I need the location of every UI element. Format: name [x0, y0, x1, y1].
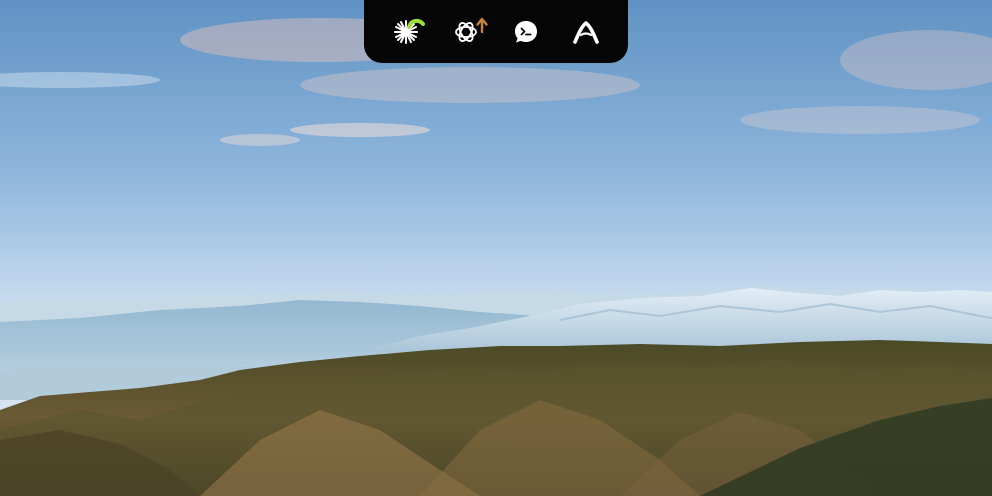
terminal-chat-app-button[interactable] — [506, 12, 546, 52]
chat-prompt-icon — [515, 20, 537, 42]
activity-indicator-icon — [407, 18, 425, 29]
app-notch-bar — [364, 0, 628, 63]
desktop-wallpaper — [0, 0, 992, 496]
update-arrow-icon — [476, 17, 488, 33]
arc-app-button[interactable] — [566, 12, 606, 52]
claude-app-button[interactable] — [386, 12, 426, 52]
peak-a-icon — [573, 20, 599, 44]
chatgpt-app-button[interactable] — [446, 12, 488, 52]
